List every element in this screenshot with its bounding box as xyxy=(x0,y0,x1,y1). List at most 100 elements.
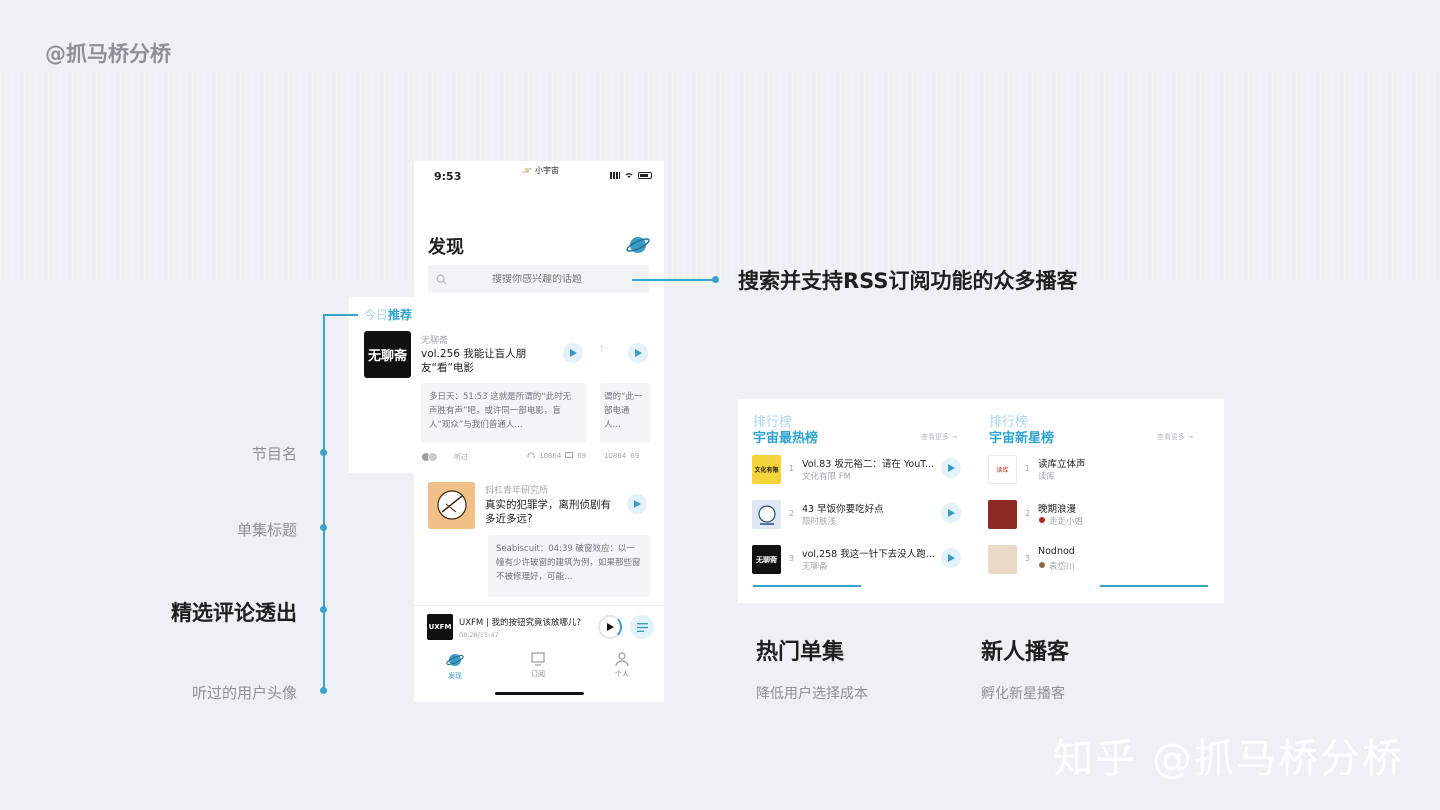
ranking-title: 宇宙新星榜 xyxy=(989,431,1055,446)
play-icon xyxy=(634,500,641,508)
item-title: 读库立体声 xyxy=(1038,459,1086,470)
avatar xyxy=(1038,561,1046,569)
annotation-line xyxy=(323,314,358,316)
stats-row: 10864 69 xyxy=(527,452,586,460)
play-button[interactable] xyxy=(941,503,961,523)
search-input[interactable] xyxy=(447,273,627,285)
item-subtitle: 无聊斋 xyxy=(802,562,828,572)
play-icon xyxy=(948,509,955,517)
play-button[interactable] xyxy=(628,343,648,363)
ranking-item[interactable]: 3 Nodnod 袁岱川 xyxy=(988,542,1203,580)
see-more-link[interactable]: 查看更多 → xyxy=(1157,432,1193,442)
play-icon xyxy=(607,623,614,631)
playlist-icon xyxy=(636,622,648,632)
feature-subtitle: 降低用户选择成本 xyxy=(756,686,868,702)
label-listener-avatars: 听过的用户头像 xyxy=(191,684,297,702)
planet-icon[interactable] xyxy=(626,233,650,257)
item-subtitle: 袁岱川 xyxy=(1038,560,1075,572)
item-title: Vol.83 坂元裕二：请在 YouT... xyxy=(802,459,934,470)
item-title: Nodnod xyxy=(1038,546,1075,557)
item-title: 43 早饭你要吃好点 xyxy=(802,504,884,515)
item-subtitle: 读库 xyxy=(1038,472,1056,482)
play-icon xyxy=(570,349,577,357)
item-subtitle: 文化有限 FM xyxy=(802,472,851,482)
play-button[interactable] xyxy=(941,548,961,568)
podcast-name: 斜杠青年研究所 xyxy=(485,486,549,496)
subscriptions-icon xyxy=(531,652,545,666)
item-cover xyxy=(988,500,1017,529)
ranking-panel: 排行榜 宇宙最热榜 查看更多 → 文化有限 1 Vol.83 坂元裕二：请在 Y… xyxy=(738,399,1224,603)
label-podcast-name: 节目名 xyxy=(251,445,297,463)
signal-icon xyxy=(610,171,620,179)
battery-icon xyxy=(638,171,652,179)
new-ranking: 排行榜 宇宙新星榜 查看更多 → 读库 1 读库立体声 读库 2 晚期浪漫 走走… xyxy=(974,399,1209,603)
tab-discover[interactable]: 发现 xyxy=(435,651,475,681)
callout-line xyxy=(632,279,716,281)
featured-comment[interactable]: Seabiscuit：04:39 破窗效应：以一幢有少许破窗的建筑为例，如果那些… xyxy=(488,535,650,597)
item-cover: 无聊斋 xyxy=(752,545,781,574)
featured-comment-peek[interactable]: 谓的“此一部电通人… xyxy=(600,383,650,443)
watermark: 知乎 @抓马桥分桥 xyxy=(1053,736,1404,782)
search-icon xyxy=(436,274,447,284)
play-icon xyxy=(635,349,642,357)
podcast-cover[interactable]: 无聊斋 xyxy=(364,331,411,378)
item-rank: 3 xyxy=(789,554,795,563)
item-rank: 1 xyxy=(1025,464,1031,473)
feature-title: 新人播客 xyxy=(981,640,1070,665)
item-title: vol.258 我这一针下去没人跑... xyxy=(802,549,935,560)
item-rank: 1 xyxy=(789,464,795,473)
episode-title[interactable]: vol.256 我能让盲人朋友“看”电影 xyxy=(421,347,551,375)
podcast-name: 无聊斋 xyxy=(421,336,449,346)
ranking-item[interactable]: 读库 1 读库立体声 读库 xyxy=(988,452,1203,490)
mini-play-button[interactable] xyxy=(598,615,622,639)
label-featured-comment: 精选评论透出 xyxy=(171,601,297,625)
annotation-dot xyxy=(320,449,327,456)
section-title: 今日推荐 xyxy=(364,308,413,322)
avatar xyxy=(428,452,438,462)
hot-ranking: 排行榜 宇宙最热榜 查看更多 → 文化有限 1 Vol.83 坂元裕二：请在 Y… xyxy=(738,399,973,603)
item-rank: 3 xyxy=(1025,554,1031,563)
featured-comment[interactable]: 多日天：51:53 这就是所谓的“此时无声胜有声”吧，或许同一部电影，盲人“观众… xyxy=(421,383,586,443)
feature-title: 热门单集 xyxy=(756,640,845,665)
podcast-cover[interactable] xyxy=(428,482,475,529)
tab-subscriptions[interactable]: 订阅 xyxy=(518,651,558,679)
episode-title[interactable]: 真实的犯罪学，离刑侦剧有多近多远? xyxy=(485,498,620,526)
annotation-dot xyxy=(320,687,327,694)
item-subtitle: 限时肤浅 xyxy=(802,517,837,527)
comment-icon xyxy=(565,452,574,458)
playlist-button[interactable] xyxy=(630,615,654,639)
play-button[interactable] xyxy=(941,458,961,478)
ranking-item[interactable]: 2 晚期浪漫 走走小姐 xyxy=(988,497,1203,535)
carousel-indicator xyxy=(753,585,861,587)
label-episode-title: 单集标题 xyxy=(236,521,297,539)
item-cover: 读库 xyxy=(988,455,1017,484)
item-rank: 2 xyxy=(1025,509,1031,518)
play-button[interactable] xyxy=(627,494,647,514)
user-icon xyxy=(615,652,629,667)
ranking-item[interactable]: 无聊斋 3 vol.258 我这一针下去没人跑... 无聊斋 xyxy=(752,542,967,580)
item-title: 晚期浪漫 xyxy=(1038,504,1077,515)
brand-label: @抓马桥分桥 xyxy=(45,42,171,66)
tab-profile[interactable]: 个人 xyxy=(602,651,642,679)
play-icon xyxy=(948,554,955,562)
cover-art-icon xyxy=(758,505,776,525)
stats-row-peek: 10864 69 xyxy=(604,452,640,460)
ranking-item[interactable]: 2 43 早饭你要吃好点 限时肤浅 xyxy=(752,497,967,535)
ranking-title: 宇宙最热榜 xyxy=(753,431,819,446)
mini-title: UXFM | 我的按钮究竟该放哪儿? xyxy=(459,618,582,628)
mini-time: 08:28/15:47 xyxy=(459,631,499,639)
status-icons xyxy=(610,171,652,179)
callout-dot xyxy=(712,276,719,283)
play-button[interactable] xyxy=(563,343,583,363)
mini-player[interactable]: UXFM UXFM | 我的按钮究竟该放哪儿? 08:28/15:47 xyxy=(414,605,664,647)
ranking-item[interactable]: 文化有限 1 Vol.83 坂元裕二：请在 YouT... 文化有限 FM xyxy=(752,452,967,490)
see-more-link[interactable]: 查看更多 → xyxy=(921,432,957,442)
status-app: 🪐 小宇宙 xyxy=(522,166,559,175)
annotation-dot xyxy=(320,524,327,531)
search-bar[interactable] xyxy=(428,265,649,293)
mini-cover: UXFM xyxy=(427,614,453,640)
avatar xyxy=(1038,516,1046,524)
background-stripes xyxy=(0,70,1440,280)
item-subtitle: 走走小姐 xyxy=(1038,515,1083,527)
item-cover xyxy=(988,545,1017,574)
